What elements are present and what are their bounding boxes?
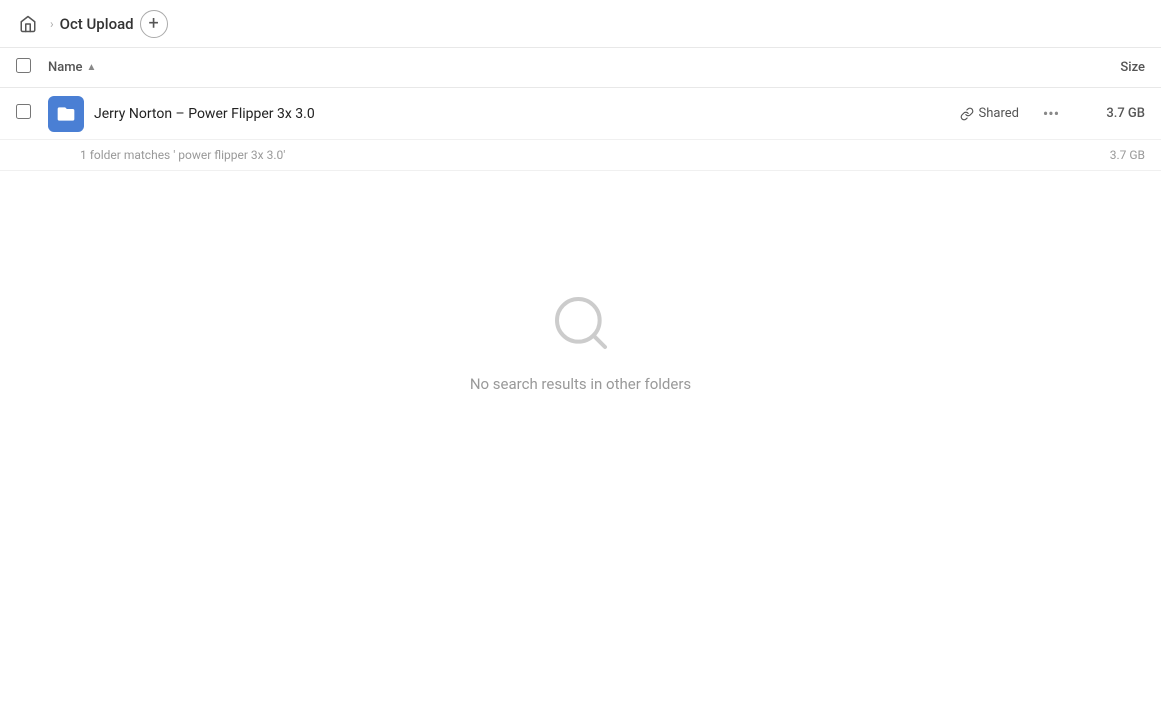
file-name: Jerry Norton – Power Flipper 3x 3.0 xyxy=(94,106,960,122)
file-checkbox[interactable] xyxy=(16,104,31,119)
breadcrumb-separator: › xyxy=(50,17,54,31)
breadcrumb-folder-name[interactable]: Oct Upload xyxy=(60,15,134,33)
match-info-text: 1 folder matches ' power flipper 3x 3.0' xyxy=(80,148,1075,162)
add-button[interactable]: + xyxy=(140,10,168,38)
empty-state: No search results in other folders xyxy=(0,171,1161,393)
match-info-row: 1 folder matches ' power flipper 3x 3.0'… xyxy=(0,140,1161,171)
match-info-size: 3.7 GB xyxy=(1075,148,1145,162)
file-folder-icon xyxy=(48,96,84,132)
file-size: 3.7 GB xyxy=(1075,106,1145,121)
more-options-button[interactable]: ••• xyxy=(1035,98,1067,130)
home-button[interactable] xyxy=(12,8,44,40)
file-shared-badge: Shared xyxy=(960,106,1019,121)
name-column-header[interactable]: Name ▲ xyxy=(48,60,1065,75)
no-results-icon xyxy=(549,291,613,359)
size-column-header[interactable]: Size xyxy=(1065,60,1145,75)
file-checkbox-col xyxy=(16,104,48,123)
select-all-checkbox[interactable] xyxy=(16,58,31,73)
table-header: Name ▲ Size xyxy=(0,48,1161,88)
file-row[interactable]: Jerry Norton – Power Flipper 3x 3.0 Shar… xyxy=(0,88,1161,140)
sort-arrow-icon: ▲ xyxy=(87,62,97,73)
link-icon xyxy=(960,107,974,121)
breadcrumb-bar: › Oct Upload + xyxy=(0,0,1161,48)
empty-state-message: No search results in other folders xyxy=(470,375,691,393)
shared-label: Shared xyxy=(979,106,1019,121)
header-checkbox-col xyxy=(16,58,48,77)
